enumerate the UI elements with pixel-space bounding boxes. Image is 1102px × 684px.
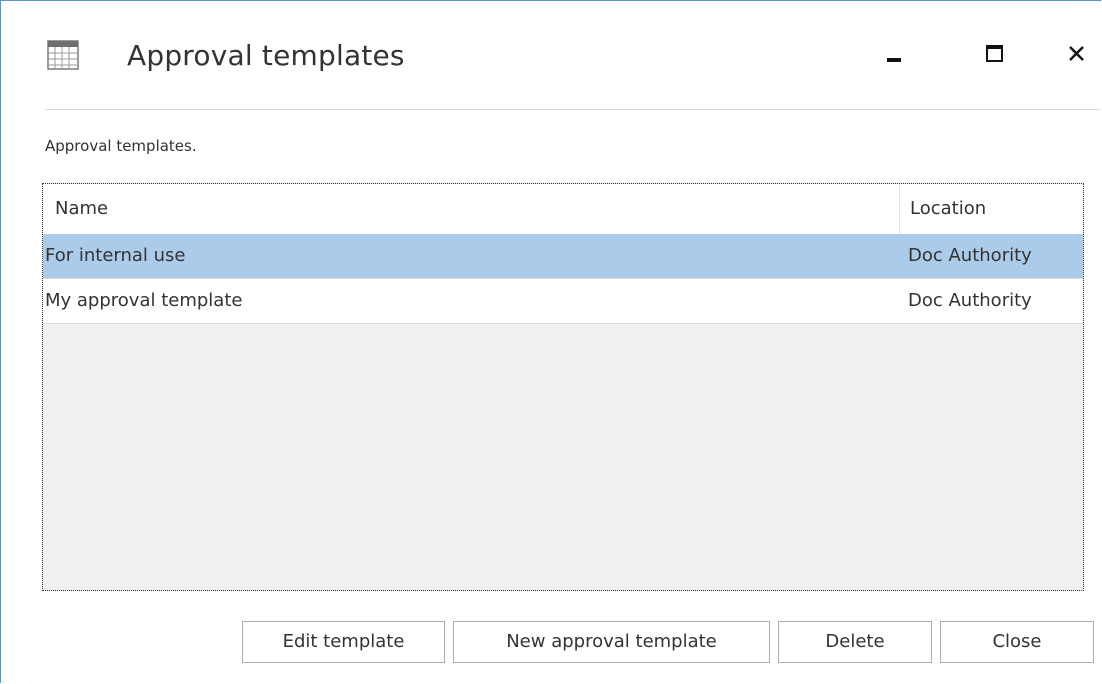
new-approval-template-button[interactable]: New approval template: [453, 621, 770, 663]
close-button[interactable]: Close: [940, 621, 1094, 663]
dialog-description: Approval templates.: [45, 137, 197, 155]
edit-template-button[interactable]: Edit template: [242, 621, 445, 663]
minimize-icon[interactable]: [878, 37, 914, 73]
calendar-grid-icon: [47, 40, 79, 70]
row-name-cell: My approval template: [45, 290, 243, 311]
row-name-cell: For internal use: [45, 245, 186, 266]
table-row[interactable]: For internal use Doc Authority: [43, 234, 1083, 279]
row-location-cell: Doc Authority: [908, 290, 1032, 311]
window-title: Approval templates: [127, 39, 405, 72]
row-location-cell: Doc Authority: [908, 245, 1032, 266]
title-bar: Approval templates: [45, 23, 1100, 110]
templates-list[interactable]: Name Location For internal use Doc Autho…: [42, 183, 1084, 591]
table-row[interactable]: My approval template Doc Authority: [43, 279, 1083, 324]
close-icon[interactable]: [1059, 37, 1095, 73]
column-header-location[interactable]: Location: [900, 184, 1083, 234]
column-header-name[interactable]: Name: [43, 184, 900, 234]
list-header: Name Location: [43, 184, 1083, 235]
delete-button[interactable]: Delete: [778, 621, 932, 663]
approval-templates-window: Approval templates Approval templates. N…: [0, 0, 1101, 683]
maximize-icon[interactable]: [977, 37, 1013, 73]
